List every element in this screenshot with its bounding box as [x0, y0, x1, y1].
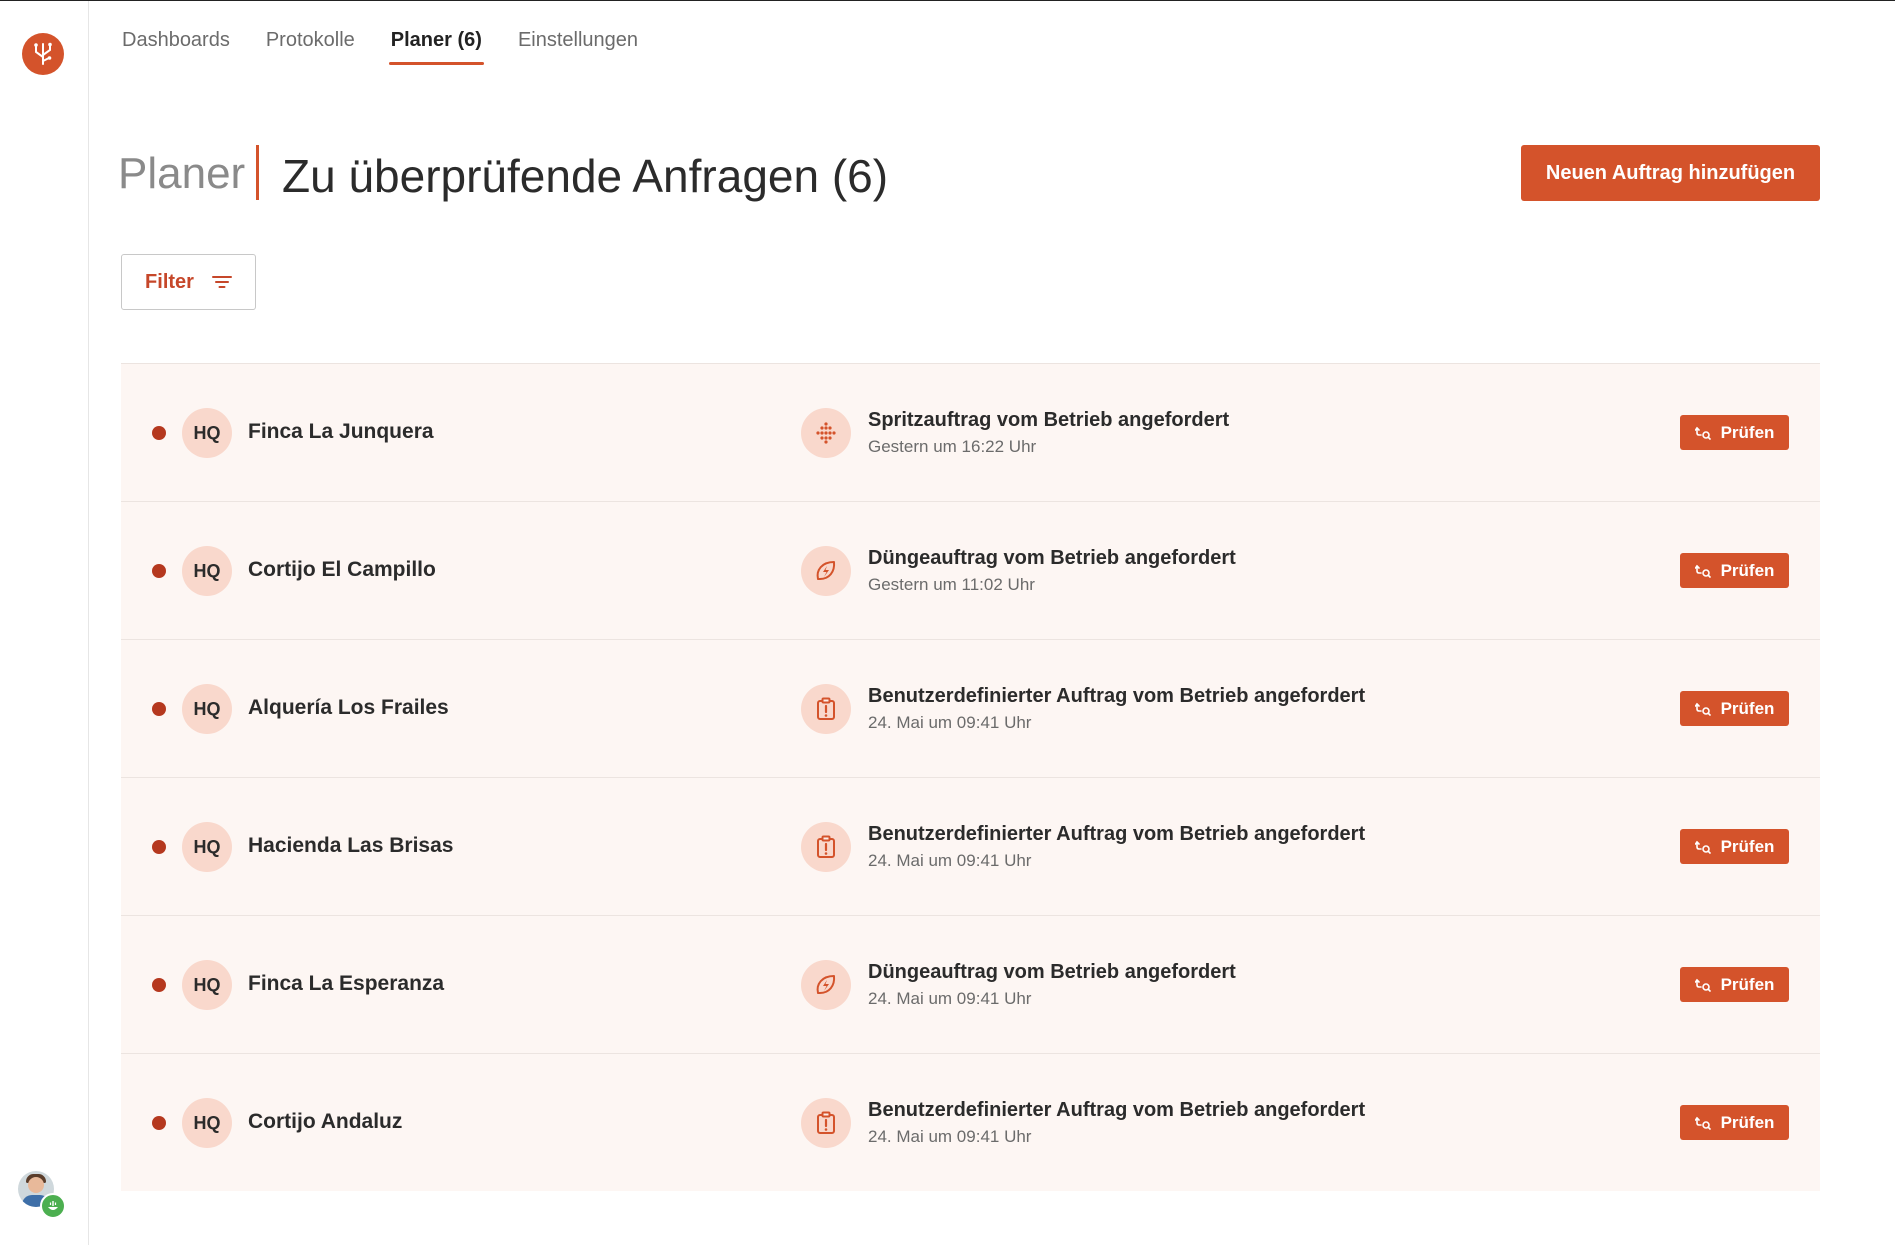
unread-indicator [152, 840, 166, 854]
fertilizer-icon [801, 546, 851, 596]
request-time: 24. Mai um 09:41 Uhr [868, 1127, 1032, 1146]
spray-icon [801, 408, 851, 458]
page-header: Planer Zu überprüfende Anfragen (6) Neue… [118, 145, 1820, 205]
farm-avatar: HQ [182, 960, 232, 1010]
app-window: Dashboards Protokolle Planer (6) Einstel… [0, 0, 1895, 1245]
review-label: Prüfen [1720, 836, 1775, 856]
logo-icon [34, 42, 52, 65]
review-button[interactable]: Prüfen [1680, 1105, 1789, 1140]
farm-avatar: HQ [182, 822, 232, 872]
review-icon [1694, 564, 1711, 578]
review-icon [1694, 426, 1711, 440]
tab-protokolle[interactable]: Protokolle [266, 1, 355, 65]
breadcrumb-section[interactable]: Planer [118, 149, 245, 199]
filter-icon [211, 276, 232, 288]
farm-avatar: HQ [182, 1098, 232, 1148]
review-label: Prüfen [1720, 422, 1775, 442]
review-icon [1694, 1116, 1711, 1130]
farm-avatar: HQ [182, 546, 232, 596]
fertilizer-icon [801, 960, 851, 1010]
top-navigation: Dashboards Protokolle Planer (6) Einstel… [122, 1, 674, 65]
list-item[interactable]: HQ Cortijo El Campillo Düngeauftrag vom … [121, 501, 1820, 639]
review-button[interactable]: Prüfen [1680, 967, 1789, 1002]
sidebar [0, 1, 89, 1245]
review-button[interactable]: Prüfen [1680, 691, 1789, 726]
filter-button[interactable]: Filter [121, 254, 256, 310]
request-time: 24. Mai um 09:41 Uhr [868, 989, 1032, 1008]
farm-name: Finca La Junquera [248, 420, 434, 443]
tab-dashboards[interactable]: Dashboards [122, 1, 230, 65]
unread-indicator [152, 978, 166, 992]
custom-task-icon [801, 1098, 851, 1148]
review-icon [1694, 978, 1711, 992]
unread-indicator [152, 1116, 166, 1130]
list-item[interactable]: HQ Finca La Esperanza Düngeauftrag vom B… [121, 915, 1820, 1053]
request-title: Düngeauftrag vom Betrieb angefordert [868, 547, 1236, 569]
custom-task-icon [801, 684, 851, 734]
add-order-button[interactable]: Neuen Auftrag hinzufügen [1521, 145, 1820, 201]
unread-indicator [152, 426, 166, 440]
farm-name: Alquería Los Frailes [248, 696, 449, 719]
list-item[interactable]: HQ Finca La Junquera Spritzauftrag vom B… [121, 363, 1820, 501]
unread-indicator [152, 564, 166, 578]
request-time: 24. Mai um 09:41 Uhr [868, 713, 1032, 732]
tab-einstellungen[interactable]: Einstellungen [518, 1, 638, 65]
review-button[interactable]: Prüfen [1680, 829, 1789, 864]
request-time: Gestern um 11:02 Uhr [868, 575, 1035, 594]
review-label: Prüfen [1720, 698, 1775, 718]
review-label: Prüfen [1720, 560, 1775, 580]
request-title: Benutzerdefinierter Auftrag vom Betrieb … [868, 1099, 1366, 1121]
farm-avatar: HQ [182, 408, 232, 458]
filter-label: Filter [145, 270, 194, 293]
app-logo[interactable] [22, 33, 64, 75]
custom-task-icon [801, 822, 851, 872]
tab-planer[interactable]: Planer (6) [388, 1, 485, 65]
request-list: HQ Finca La Junquera Spritzauftrag vom B… [121, 363, 1820, 1191]
review-label: Prüfen [1720, 1112, 1775, 1132]
request-title: Spritzauftrag vom Betrieb angefordert [868, 409, 1230, 431]
farm-badge-icon [40, 1193, 66, 1219]
farm-name: Hacienda Las Brisas [248, 834, 454, 857]
request-title: Benutzerdefinierter Auftrag vom Betrieb … [868, 685, 1366, 707]
list-item[interactable]: HQ Hacienda Las Brisas Benutzerdefiniert… [121, 777, 1820, 915]
page-title: Zu überprüfende Anfragen (6) [282, 150, 889, 202]
request-title: Düngeauftrag vom Betrieb angefordert [868, 961, 1236, 983]
request-title: Benutzerdefinierter Auftrag vom Betrieb … [868, 823, 1366, 845]
review-button[interactable]: Prüfen [1680, 553, 1789, 588]
review-icon [1694, 702, 1711, 716]
unread-indicator [152, 702, 166, 716]
breadcrumb-divider [256, 145, 259, 200]
farm-name: Finca La Esperanza [248, 972, 445, 995]
farm-name: Cortijo Andaluz [248, 1110, 403, 1133]
list-item[interactable]: HQ Alquería Los Frailes Benutzerdefinier… [121, 639, 1820, 777]
farm-avatar: HQ [182, 684, 232, 734]
list-item[interactable]: HQ Cortijo Andaluz Benutzerdefinierter A… [121, 1053, 1820, 1191]
farm-name: Cortijo El Campillo [248, 558, 436, 581]
review-label: Prüfen [1720, 974, 1775, 994]
request-time: Gestern um 16:22 Uhr [868, 437, 1037, 456]
review-button[interactable]: Prüfen [1680, 415, 1789, 450]
review-icon [1694, 840, 1711, 854]
request-time: 24. Mai um 09:41 Uhr [868, 851, 1032, 870]
